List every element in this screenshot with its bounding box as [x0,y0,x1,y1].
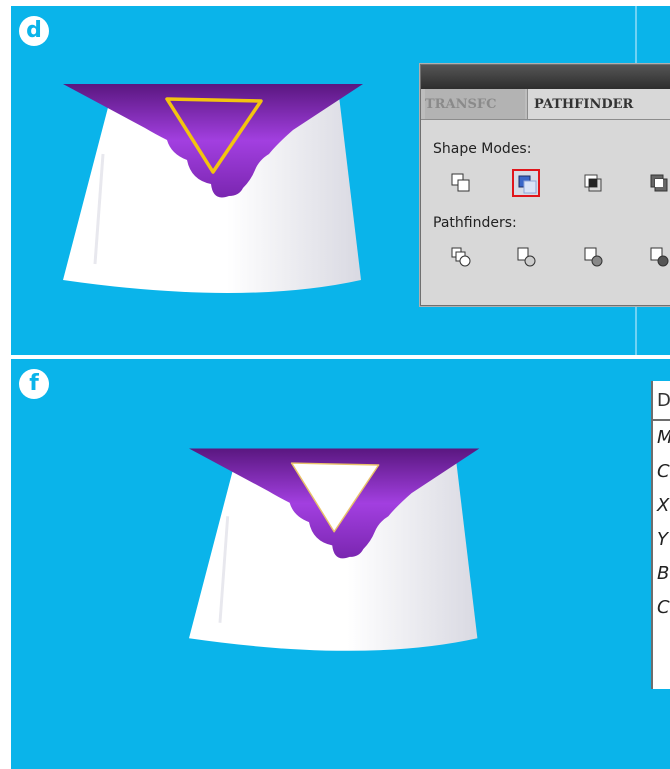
divide-button[interactable] [447,243,475,271]
hat-illustration-d [63,84,363,293]
minus-front-button[interactable] [512,169,540,197]
pathfinders-label: Pathfinders: [433,215,517,231]
pathfinder-panel: TRANSFC PATHFINDER Shape Modes: Pathfind… [420,64,670,306]
intersect-icon [584,174,602,192]
crop-button[interactable] [645,243,670,271]
step-f-panel: f D M C X Y B C [11,359,670,769]
step-f-badge: f [19,369,49,399]
exclude-button[interactable] [645,169,670,197]
hat-illustration-f [189,448,480,651]
panel-titlebar[interactable] [421,65,670,89]
step-d-badge: d [19,16,49,46]
intersect-button[interactable] [579,169,607,197]
info-row: X [657,495,670,516]
info-panel-header: D [653,381,670,421]
step-d-panel: d TRANSFC PATHFINDER Shape Modes: Pathfi… [11,6,670,355]
crop-icon [650,247,669,267]
merge-icon [584,247,603,267]
info-row: C [657,597,670,618]
panel-tabs: TRANSFC PATHFINDER [421,89,670,120]
shape-modes-label: Shape Modes: [433,141,532,157]
info-row: Y [657,529,668,550]
info-row: B [657,563,670,584]
trim-icon [517,247,536,267]
info-row: M [653,421,670,455]
divide-icon [451,247,471,267]
merge-button[interactable] [579,243,607,271]
info-row: C [657,461,670,482]
trim-button[interactable] [512,243,540,271]
exclude-icon [650,174,668,192]
document-info-panel: D M C X Y B C [651,381,670,689]
unite-icon [451,173,470,192]
minus-front-icon [518,175,537,194]
tab-transform[interactable]: TRANSFC [425,89,525,119]
unite-button[interactable] [447,169,475,197]
tab-pathfinder[interactable]: PATHFINDER [527,89,670,119]
